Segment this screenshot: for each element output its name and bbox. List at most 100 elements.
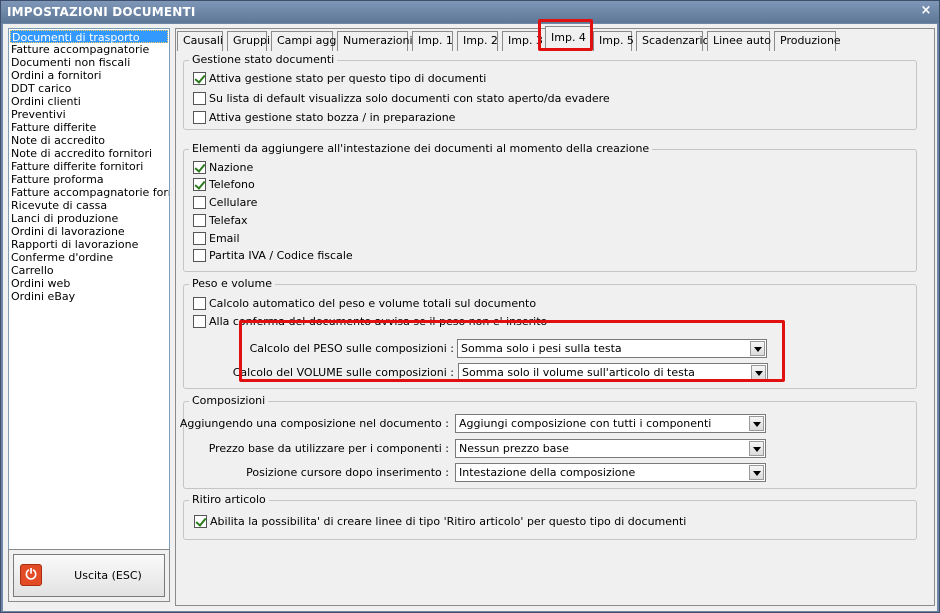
posizione-cursore-value: Intestazione della composizione — [459, 466, 636, 479]
exit-button[interactable]: ⏻ Uscita (ESC) — [13, 554, 165, 597]
doc-type-item[interactable]: Note di accredito fornitori — [9, 147, 169, 160]
checkbox-calcolo-peso[interactable]: Calcolo automatico del peso e volume tot… — [193, 297, 536, 313]
doc-type-item[interactable]: Ricevute di cassa — [9, 199, 169, 212]
doc-type-item[interactable]: Preventivi — [9, 108, 169, 121]
exit-frame: ⏻ Uscita (ESC) — [8, 549, 170, 602]
checkbox-label: Nazione — [209, 161, 254, 174]
chevron-down-icon[interactable] — [750, 341, 765, 356]
doc-type-item[interactable]: Documenti di trasporto — [10, 30, 168, 44]
checkbox-telefono[interactable]: Telefono — [193, 178, 255, 194]
doc-type-item[interactable]: Ordini a fornitori — [9, 69, 169, 82]
checkbox-nazione[interactable]: Nazione — [193, 161, 253, 177]
composizione-aggiunta-select[interactable]: Aggiungi composizione con tutti i compon… — [455, 414, 766, 433]
doc-type-item[interactable]: Ordini web — [9, 277, 169, 290]
doc-type-item[interactable]: Fatture proforma — [9, 173, 169, 186]
group-stato-title: Gestione stato documenti — [189, 53, 338, 66]
volume-select[interactable]: Somma solo il volume sull'articolo di te… — [458, 363, 768, 382]
doc-type-item[interactable]: DDT carico — [9, 82, 169, 95]
checkbox-label: Partita IVA / Codice fiscale — [209, 249, 353, 262]
tab-causali[interactable]: Causali — [177, 31, 223, 51]
checkbox-box — [194, 515, 207, 528]
tab-imp-3[interactable]: Imp. 3 — [502, 31, 543, 51]
volume-select-value: Somma solo il volume sull'articolo di te… — [462, 366, 695, 379]
doc-type-item[interactable]: Carrello — [9, 264, 169, 277]
posizione-cursore-label: Posizione cursore dopo inserimento : — [246, 466, 449, 479]
exit-label: Uscita (ESC) — [74, 569, 142, 582]
checkbox-label: Alla conferma del documento avvisa se il… — [209, 315, 548, 328]
doc-type-item[interactable]: Fatture accompagnatorie fornitori — [9, 186, 169, 199]
tab-imp-4[interactable]: Imp. 4 — [545, 26, 591, 49]
checkbox-cellulare[interactable]: Cellulare — [193, 196, 257, 212]
checkbox-label: Attiva gestione stato per questo tipo di… — [209, 72, 487, 85]
group-composizioni: Composizioni Aggiungendo una composizion… — [179, 394, 917, 489]
power-icon: ⏻ — [20, 564, 42, 586]
doc-type-item[interactable]: Documenti non fiscali — [9, 56, 169, 69]
group-peso-title: Peso e volume — [189, 277, 275, 290]
volume-label: Calcolo del VOLUME sulle composizioni : — [232, 366, 454, 379]
tab-numerazioni[interactable]: Numerazioni — [337, 31, 413, 51]
checkbox-telefax[interactable]: Telefax — [193, 214, 248, 230]
checkbox-box — [193, 249, 206, 262]
tab-imp-2[interactable]: Imp. 2 — [457, 31, 498, 51]
peso-select[interactable]: Somma solo i pesi sulla testa — [457, 339, 767, 358]
checkbox-stato-lista[interactable]: Su lista di default visualizza solo docu… — [193, 92, 610, 108]
checkbox-piva[interactable]: Partita IVA / Codice fiscale — [193, 249, 353, 265]
doc-type-item[interactable]: Rapporti di lavorazione — [9, 238, 169, 251]
window-title: IMPOSTAZIONI DOCUMENTI — [7, 5, 196, 19]
group-intestazione: Elementi da aggiungere all'intestazione … — [183, 142, 917, 272]
group-ritiro: Ritiro articolo Abilita la possibilita' … — [183, 493, 917, 540]
chevron-down-icon[interactable] — [749, 416, 764, 431]
doc-type-item[interactable]: Lanci di produzione — [9, 212, 169, 225]
title-bar: IMPOSTAZIONI DOCUMENTI × — [1, 1, 939, 23]
tab-scadenzario[interactable]: Scadenzario — [636, 31, 709, 51]
close-icon[interactable]: × — [919, 4, 933, 18]
doc-type-list[interactable]: Documenti di trasporto Fatture accompagna… — [8, 28, 170, 560]
checkbox-avvisa-peso[interactable]: Alla conferma del documento avvisa se il… — [193, 315, 547, 331]
doc-type-item[interactable]: Fatture differite — [9, 121, 169, 134]
doc-type-item[interactable]: Fatture accompagnatorie — [9, 43, 169, 56]
tab-campi-agg[interactable]: Campi agg. — [271, 31, 340, 51]
prezzo-base-select[interactable]: Nessun prezzo base — [455, 439, 766, 458]
posizione-cursore-select[interactable]: Intestazione della composizione — [455, 463, 766, 482]
checkbox-box — [193, 111, 206, 124]
checkbox-label: Calcolo automatico del peso e volume tot… — [209, 297, 537, 310]
window-client: Documenti di trasporto Fatture accompagna… — [3, 19, 937, 611]
checkbox-box — [193, 214, 206, 227]
doc-type-item[interactable]: Note di accredito — [9, 134, 169, 147]
checkbox-box — [193, 178, 206, 191]
checkbox-box — [193, 232, 206, 245]
checkbox-label: Telefax — [209, 214, 248, 227]
checkbox-ritiro[interactable]: Abilita la possibilita' di creare linee … — [194, 515, 686, 531]
composizione-aggiunta-label: Aggiungendo una composizione nel documen… — [179, 417, 449, 430]
prezzo-base-label: Prezzo base da utilizzare per i componen… — [208, 442, 449, 455]
doc-type-item[interactable]: Fatture differite fornitori — [9, 160, 169, 173]
tab-produzione[interactable]: Produzione — [774, 31, 841, 51]
doc-type-item[interactable]: Ordini di lavorazione — [9, 225, 169, 238]
doc-type-item[interactable]: Conferme d'ordine — [9, 251, 169, 264]
checkbox-label: Email — [209, 232, 240, 245]
checkbox-label: Cellulare — [209, 196, 258, 209]
group-stato: Gestione stato documenti Attiva gestione… — [183, 53, 917, 130]
tab-imp-1[interactable]: Imp. 1 — [412, 31, 453, 51]
tab-imp-5[interactable]: Imp. 5 — [593, 31, 634, 51]
group-peso: Peso e volume Calcolo automatico del pes… — [183, 277, 917, 389]
chevron-down-icon[interactable] — [749, 441, 764, 456]
peso-select-value: Somma solo i pesi sulla testa — [461, 342, 622, 355]
checkbox-box — [193, 297, 206, 310]
settings-window: IMPOSTAZIONI DOCUMENTI × Documenti di tr… — [0, 0, 940, 613]
group-composizioni-title: Composizioni — [189, 394, 269, 407]
checkbox-stato-bozza[interactable]: Attiva gestione stato bozza / in prepara… — [193, 111, 455, 127]
checkbox-email[interactable]: Email — [193, 232, 240, 248]
doc-type-item[interactable]: Ordini clienti — [9, 95, 169, 108]
chevron-down-icon[interactable] — [749, 465, 764, 480]
checkbox-box — [193, 196, 206, 209]
tab-linee-auto[interactable]: Linee auto — [707, 31, 771, 51]
tab-gruppi[interactable]: Gruppi — [227, 31, 270, 51]
doc-type-item[interactable]: Ordini eBay — [9, 290, 169, 303]
chevron-down-icon[interactable] — [751, 365, 766, 380]
checkbox-label: Attiva gestione stato bozza / in prepara… — [209, 111, 456, 124]
group-ritiro-title: Ritiro articolo — [189, 493, 269, 506]
checkbox-label: Abilita la possibilita' di creare linee … — [210, 515, 687, 528]
checkbox-stato-attiva[interactable]: Attiva gestione stato per questo tipo di… — [193, 72, 486, 88]
prezzo-base-value: Nessun prezzo base — [459, 442, 569, 455]
